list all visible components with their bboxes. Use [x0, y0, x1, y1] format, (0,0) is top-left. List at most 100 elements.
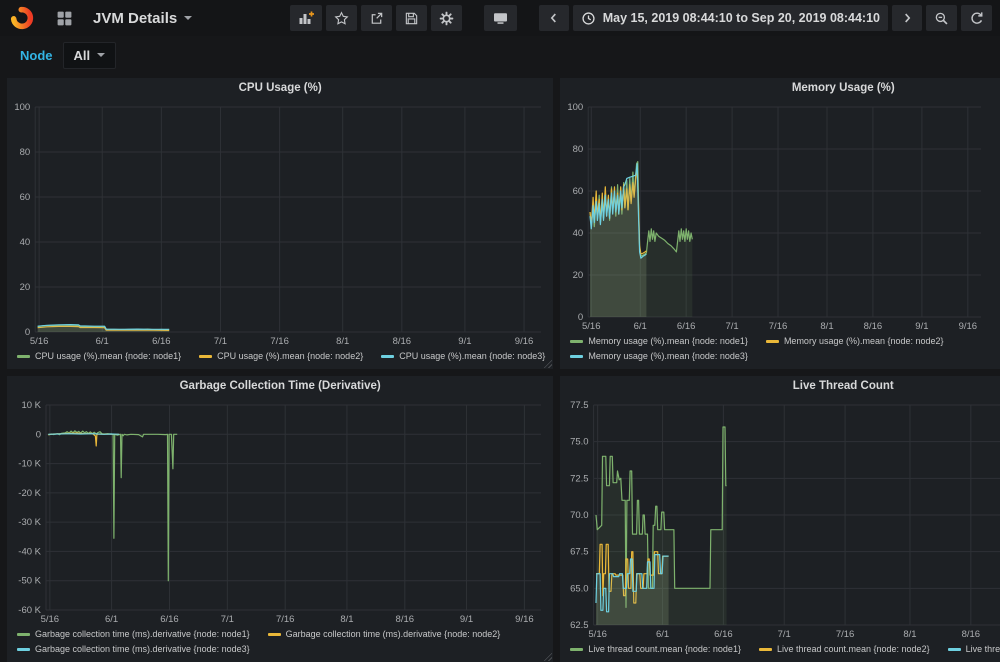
- refresh-icon: [969, 11, 984, 26]
- settings-button[interactable]: [431, 5, 462, 31]
- legend-series-label: Garbage collection time (ms).derivative …: [35, 627, 250, 642]
- legend-series-mark: [268, 633, 281, 636]
- y-axis-tick-label: 62.5: [570, 620, 589, 631]
- time-range-button[interactable]: May 15, 2019 08:44:10 to Sep 20, 2019 08…: [573, 5, 888, 31]
- legend-item[interactable]: Garbage collection time (ms).derivative …: [17, 627, 250, 642]
- x-axis-tick-label: 6/1: [656, 629, 669, 640]
- legend-item[interactable]: CPU usage (%).mean {node: node3}: [381, 349, 545, 364]
- share-icon: [369, 11, 384, 26]
- legend-row: Live thread count.mean {node: node1} Live…: [570, 642, 1000, 657]
- x-axis-tick-label: 9/16: [959, 321, 978, 332]
- panel-live-thread-count: Live Thread Count 5/166/16/167/17/168/18…: [560, 376, 1000, 662]
- star-icon: [334, 11, 349, 26]
- x-axis-tick-label: 8/1: [336, 336, 349, 347]
- legend-row: Garbage collection time (ms).derivative …: [17, 627, 545, 642]
- x-axis-tick-label: 9/16: [515, 336, 534, 347]
- cpu-usage-legend: CPU usage (%).mean {node: node1} CPU usag…: [7, 348, 553, 369]
- x-axis-tick-label: 7/1: [778, 629, 791, 640]
- legend-series-label: Live thread count.mean {node: node2}: [777, 642, 930, 657]
- y-axis-tick-label: 100: [568, 102, 584, 113]
- dashboards-button[interactable]: [48, 5, 81, 31]
- variable-value-dropdown[interactable]: All: [63, 42, 117, 69]
- legend-series-label: CPU usage (%).mean {node: node3}: [399, 349, 545, 364]
- chart-canvas: 5/166/16/167/17/168/18/169/19/1677.575.0…: [560, 397, 1000, 641]
- submenu-bar: Node All: [0, 36, 1000, 74]
- x-axis-tick-label: 8/16: [396, 614, 415, 625]
- zoom-out-button[interactable]: [926, 5, 957, 31]
- time-back-button[interactable]: [539, 5, 569, 31]
- y-axis-tick-label: 20: [573, 270, 584, 281]
- grafana-logo-icon: [9, 5, 35, 31]
- x-axis-tick-label: 8/16: [864, 321, 883, 332]
- legend-item[interactable]: Memory usage (%).mean {node: node2}: [766, 334, 944, 349]
- x-axis-tick-label: 8/1: [821, 321, 834, 332]
- chart-canvas: 5/166/16/167/17/168/18/169/19/1602040608…: [560, 99, 993, 333]
- panel-gc-time: Garbage Collection Time (Derivative) 5/1…: [7, 376, 553, 662]
- y-axis-tick-label: 40: [573, 228, 584, 239]
- share-button[interactable]: [361, 5, 392, 31]
- time-forward-button[interactable]: [892, 5, 922, 31]
- legend-series-mark: [766, 340, 779, 343]
- x-axis-tick-label: 9/1: [460, 614, 473, 625]
- panel-memory-usage: Memory Usage (%) 5/166/16/167/17/168/18/…: [560, 78, 1000, 369]
- live-thread-count-chart[interactable]: 5/166/16/167/17/168/18/169/19/1677.575.0…: [560, 397, 1000, 641]
- y-axis-tick-label: 0: [578, 312, 583, 323]
- x-axis-tick-label: 7/1: [214, 336, 227, 347]
- legend-row: CPU usage (%).mean {node: node1} CPU usag…: [17, 349, 545, 364]
- save-button[interactable]: [396, 5, 427, 31]
- legend-row: Garbage collection time (ms).derivative …: [17, 642, 545, 657]
- legend-item[interactable]: CPU usage (%).mean {node: node2}: [199, 349, 363, 364]
- panel-title[interactable]: CPU Usage (%): [7, 78, 553, 99]
- panel-title[interactable]: Garbage Collection Time (Derivative): [7, 376, 553, 397]
- legend-item[interactable]: Garbage collection time (ms).derivative …: [268, 627, 501, 642]
- legend-item[interactable]: Memory usage (%).mean {node: node1}: [570, 334, 748, 349]
- clock-icon: [581, 11, 596, 26]
- panel-title[interactable]: Live Thread Count: [560, 376, 1000, 397]
- legend-item[interactable]: Garbage collection time (ms).derivative …: [17, 642, 250, 657]
- page-title: JVM Details: [93, 10, 177, 27]
- y-axis-tick-label: 10 K: [21, 400, 41, 411]
- legend-item[interactable]: Live thread count.mean {node: node3}: [948, 642, 1000, 657]
- x-axis-tick-label: 8/16: [393, 336, 412, 347]
- star-button[interactable]: [326, 5, 357, 31]
- x-axis-tick-label: 7/1: [221, 614, 234, 625]
- legend-row: Memory usage (%).mean {node: node1} Memor…: [570, 334, 1000, 349]
- legend-series-label: Memory usage (%).mean {node: node3}: [588, 349, 748, 364]
- gc-time-chart[interactable]: 5/166/16/167/17/168/18/169/19/1610 K0-10…: [7, 397, 553, 626]
- zoom-out-icon: [934, 11, 949, 26]
- y-axis-tick-label: 75.0: [570, 437, 589, 448]
- legend-series-label: Live thread count.mean {node: node3}: [966, 642, 1000, 657]
- chevron-right-icon: [900, 11, 914, 25]
- x-axis-tick-label: 8/1: [904, 629, 917, 640]
- legend-item[interactable]: Memory usage (%).mean {node: node3}: [570, 349, 748, 364]
- y-axis-tick-label: 67.5: [570, 547, 589, 558]
- dashboard-title-dropdown[interactable]: JVM Details: [93, 10, 192, 27]
- legend-series-label: Garbage collection time (ms).derivative …: [35, 642, 250, 657]
- legend-series-mark: [17, 633, 30, 636]
- y-axis-tick-label: 0: [25, 327, 30, 338]
- cpu-usage-chart[interactable]: 5/166/16/167/17/168/18/169/19/1602040608…: [7, 99, 553, 348]
- x-axis-tick-label: 7/16: [769, 321, 788, 332]
- grafana-logo-button[interactable]: [8, 4, 36, 32]
- tv-mode-button[interactable]: [484, 5, 517, 31]
- legend-series-label: CPU usage (%).mean {node: node1}: [35, 349, 181, 364]
- y-axis-tick-label: 100: [14, 102, 30, 113]
- add-panel-button[interactable]: [290, 5, 322, 31]
- legend-item[interactable]: CPU usage (%).mean {node: node1}: [17, 349, 181, 364]
- panel-title[interactable]: Memory Usage (%): [560, 78, 1000, 99]
- tv-monitor-icon: [492, 10, 509, 26]
- legend-item[interactable]: Live thread count.mean {node: node1}: [570, 642, 741, 657]
- memory-usage-chart[interactable]: 5/166/16/167/17/168/18/169/19/1602040608…: [560, 99, 1000, 333]
- save-icon: [404, 11, 419, 26]
- x-axis-tick-label: 9/16: [515, 614, 534, 625]
- x-axis-tick-label: 6/16: [677, 321, 696, 332]
- legend-series-mark: [570, 340, 583, 343]
- legend-item[interactable]: Live thread count.mean {node: node2}: [759, 642, 930, 657]
- y-axis-tick-label: 80: [573, 144, 584, 155]
- y-axis-tick-label: 60: [573, 186, 584, 197]
- y-axis-tick-label: 0: [36, 429, 41, 440]
- y-axis-tick-label: -10 K: [18, 459, 41, 470]
- x-axis-tick-label: 6/1: [96, 336, 109, 347]
- legend-series-label: Live thread count.mean {node: node1}: [588, 642, 741, 657]
- refresh-button[interactable]: [961, 5, 992, 31]
